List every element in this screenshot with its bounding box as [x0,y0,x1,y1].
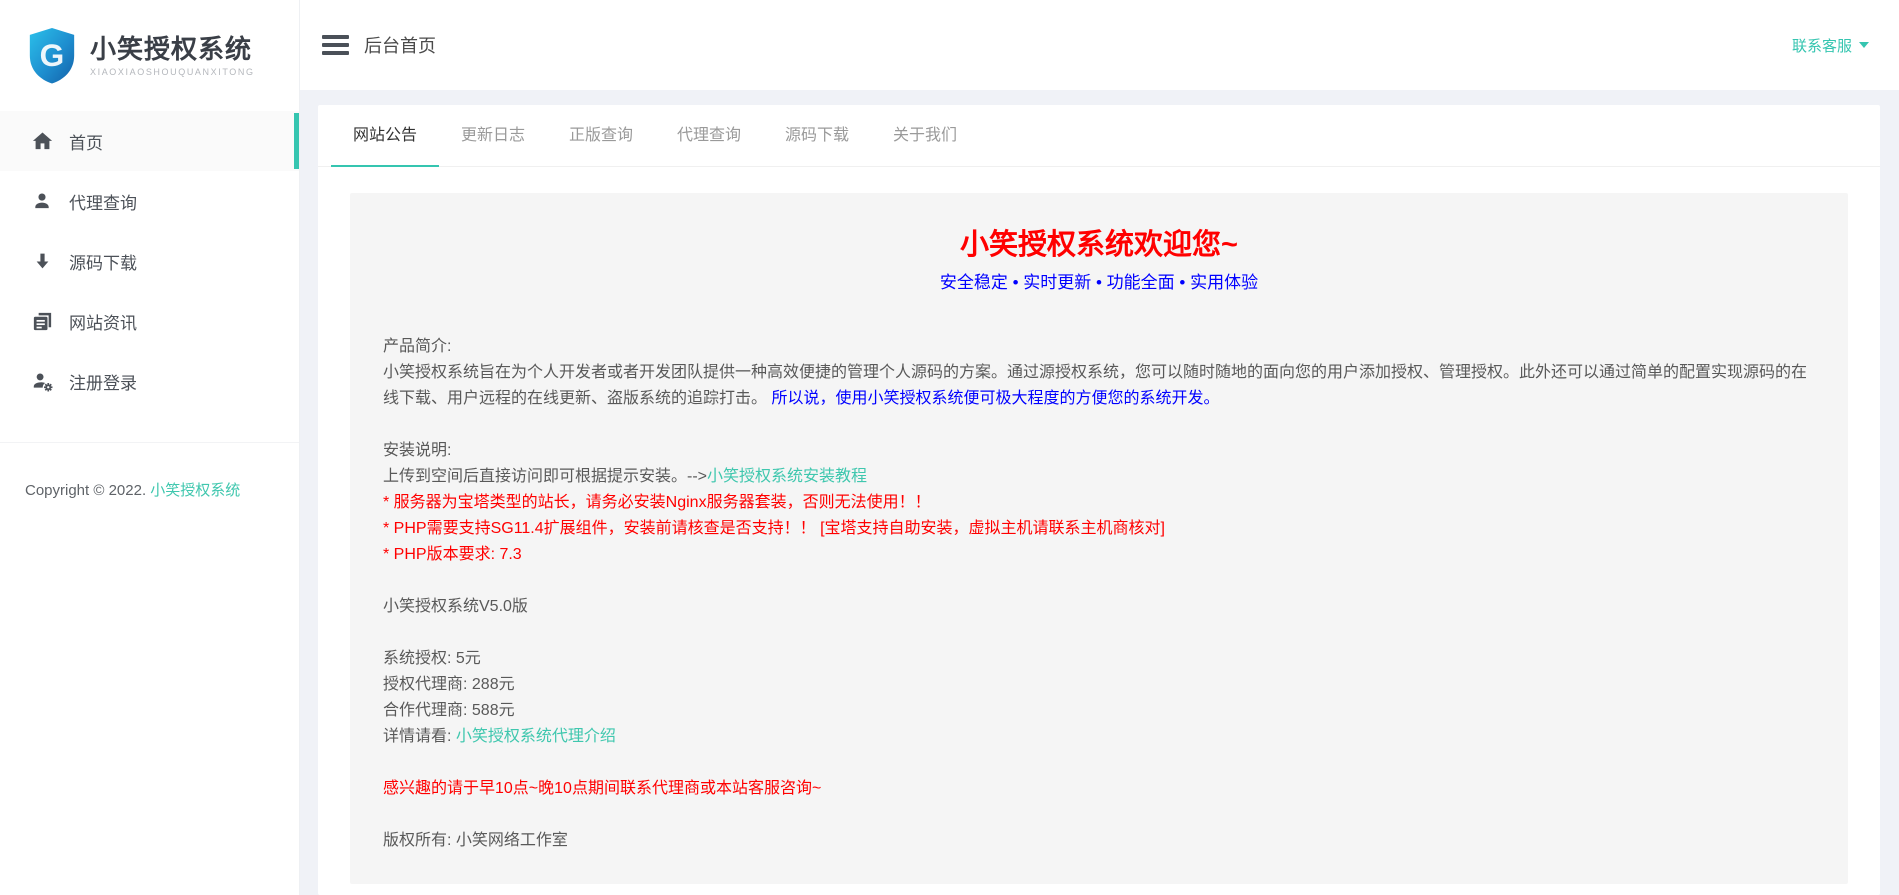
announcement-subtitle: 安全稳定 • 实时更新 • 功能全面 • 实用体验 [383,271,1815,295]
announcement-title: 小笑授权系统欢迎您~ [383,227,1815,263]
tab-网站公告[interactable]: 网站公告 [331,105,439,166]
announcement-text: 所以说，使用小笑授权系统便可极大程度的方便您的系统开发。 [767,390,1219,407]
sidebar: G 小笑授权系统 XIAOXIAOSHOUQUANXITONG 首页代理查询源码… [0,0,300,895]
user-icon [30,189,54,213]
tab-代理查询[interactable]: 代理查询 [655,105,763,166]
announcement-line: 小笑授权系统旨在为个人开发者或者开发团队提供一种高效便捷的管理个人源码的方案。通… [383,360,1815,412]
app-title: 小笑授权系统 [90,34,255,64]
shield-logo-icon: G [26,27,78,84]
announcement-line: 小笑授权系统V5.0版 [383,594,1815,620]
caret-down-icon [1859,42,1869,48]
announcement-body: 产品简介: 小笑授权系统旨在为个人开发者或者开发团队提供一种高效便捷的管理个人源码… [383,334,1815,854]
announcement-blank-line [383,620,1815,646]
announcement-line: 授权代理商: 288元 [383,672,1815,698]
announcement-text: 产品简介: [383,338,451,355]
announcement-text: 详情请看: [383,728,456,745]
announcement-blank-line [383,412,1815,438]
sidebar-item-label: 首页 [69,129,103,154]
announcement-line: 系统授权: 5元 [383,646,1815,672]
inline-link[interactable]: 小笑授权系统代理介绍 [456,728,616,745]
announcement-line: * PHP需要支持SG11.4扩展组件，安装前请核查是否支持！！ [宝塔支持自助… [383,516,1815,542]
contact-support-label: 联系客服 [1792,35,1852,56]
sidebar-item-label: 注册登录 [69,369,137,394]
announcement-blank-line [383,568,1815,594]
page-title: 后台首页 [364,32,436,58]
sidebar-item-label: 源码下载 [69,249,137,274]
announcement-text: 系统授权: 5元 [383,650,481,667]
main-area: 后台首页 联系客服 网站公告更新日志正版查询代理查询源码下载关于我们 小笑授权系… [300,0,1899,895]
announcement-blank-line [383,750,1815,776]
announcement-text: 小笑授权系统V5.0版 [383,598,528,615]
contact-support-dropdown[interactable]: 联系客服 [1792,35,1869,56]
tab-源码下载[interactable]: 源码下载 [763,105,871,166]
tab-正版查询[interactable]: 正版查询 [547,105,655,166]
announcement-panel: 小笑授权系统欢迎您~ 安全稳定 • 实时更新 • 功能全面 • 实用体验 产品简… [350,193,1848,884]
sidebar-item-首页[interactable]: 首页 [0,111,299,171]
download-icon [30,249,54,273]
announcement-text: 感兴趣的请于早10点~晚10点期间联系代理商或本站客服咨询~ [383,780,821,797]
sidebar-item-源码下载[interactable]: 源码下载 [0,231,299,291]
app-subtitle: XIAOXIAOSHOUQUANXITONG [90,67,255,77]
announcement-line: * 服务器为宝塔类型的站长，请务必安装Nginx服务器套装，否则无法使用！！ [383,490,1815,516]
topbar: 后台首页 联系客服 [300,0,1899,90]
announcement-line: 安装说明: [383,438,1815,464]
user-gear-icon [30,369,54,393]
announcement-line: 产品简介: [383,334,1815,360]
announcement-text: 版权所有: 小笑网络工作室 [383,832,568,849]
announcement-line: 详情请看: 小笑授权系统代理介绍 [383,724,1815,750]
content-area: 网站公告更新日志正版查询代理查询源码下载关于我们 小笑授权系统欢迎您~ 安全稳定… [300,90,1899,895]
content-card: 网站公告更新日志正版查询代理查询源码下载关于我们 小笑授权系统欢迎您~ 安全稳定… [318,105,1880,895]
announcement-text: * PHP需要支持SG11.4扩展组件，安装前请核查是否支持！！ [宝塔支持自助… [383,520,1165,537]
inline-link[interactable]: 小笑授权系统安装教程 [707,468,867,485]
announcement-text: 上传到空间后直接访问即可根据提示安装。--> [383,468,707,485]
announcement-line: 感兴趣的请于早10点~晚10点期间联系代理商或本站客服咨询~ [383,776,1815,802]
sidebar-item-代理查询[interactable]: 代理查询 [0,171,299,231]
sidebar-copyright: Copyright © 2022. 小笑授权系统 [0,443,299,503]
announcement-line: 版权所有: 小笑网络工作室 [383,828,1815,854]
sidebar-menu: 首页代理查询源码下载网站资讯注册登录 [0,111,299,411]
announcement-text: * 服务器为宝塔类型的站长，请务必安装Nginx服务器套装，否则无法使用！！ [383,494,931,511]
announcement-line: 合作代理商: 588元 [383,698,1815,724]
home-icon [30,129,54,153]
tab-关于我们[interactable]: 关于我们 [871,105,979,166]
announcement-text: 授权代理商: 288元 [383,676,515,693]
sidebar-item-label: 代理查询 [69,189,137,214]
copyright-text: Copyright © 2022. [25,482,150,499]
announcement-text: 安装说明: [383,442,451,459]
copyright-link[interactable]: 小笑授权系统 [150,482,240,499]
svg-text:G: G [40,37,65,73]
announcement-line: 上传到空间后直接访问即可根据提示安装。-->小笑授权系统安装教程 [383,464,1815,490]
announcement-blank-line [383,802,1815,828]
news-icon [30,309,54,333]
sidebar-item-注册登录[interactable]: 注册登录 [0,351,299,411]
sidebar-item-label: 网站资讯 [69,309,137,334]
tab-更新日志[interactable]: 更新日志 [439,105,547,166]
announcement-text: 合作代理商: 588元 [383,702,515,719]
announcement-line: * PHP版本要求: 7.3 [383,542,1815,568]
tab-bar: 网站公告更新日志正版查询代理查询源码下载关于我们 [318,105,1880,167]
hamburger-menu-icon[interactable] [322,35,349,55]
sidebar-item-网站资讯[interactable]: 网站资讯 [0,291,299,351]
announcement-text: * PHP版本要求: 7.3 [383,546,522,563]
logo: G 小笑授权系统 XIAOXIAOSHOUQUANXITONG [0,0,299,111]
